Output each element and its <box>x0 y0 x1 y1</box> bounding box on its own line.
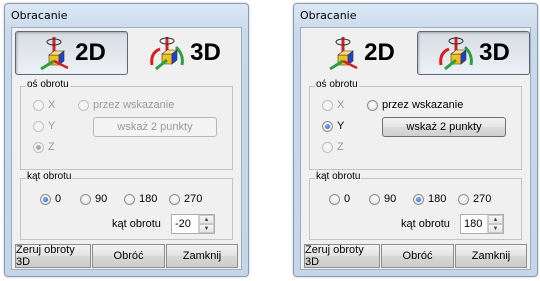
dialog-title: Obracanie <box>11 9 68 22</box>
angle-180-radio[interactable]: 180 <box>124 193 157 205</box>
angle-value: -20 <box>175 218 191 230</box>
rotate-cube-icon <box>437 35 475 71</box>
by-indication-label: przez wskazanie <box>93 99 175 111</box>
angle-270-label: 270 <box>184 193 203 205</box>
close-button[interactable]: Zamknij <box>455 244 527 268</box>
reset-3d-button[interactable]: Zeruj obroty 3D <box>304 244 380 268</box>
angle-90-radio[interactable]: 90 <box>80 193 107 205</box>
axis-y-label: Y <box>48 120 56 132</box>
radio-circle <box>80 193 91 205</box>
spin-up-button[interactable]: ▲ <box>199 215 214 224</box>
axis-x-radio[interactable]: X <box>322 99 344 111</box>
indicate-points-button[interactable]: wskaż 2 punkty <box>93 117 217 137</box>
mode-2d-label: 2D <box>75 39 106 66</box>
angle-group-label: kąt obrotu <box>315 171 362 182</box>
angle-spinbox[interactable]: 180 ▲ ▼ <box>460 214 504 234</box>
mode-3d-button[interactable]: 3D <box>128 31 241 75</box>
radio-circle <box>367 99 378 111</box>
axis-x-label: X <box>48 99 56 111</box>
angle-270-radio[interactable]: 270 <box>169 193 202 205</box>
radio-circle <box>33 120 44 132</box>
mode-3d-label: 3D <box>479 39 510 66</box>
axis-y-label: Y <box>337 120 345 132</box>
axis-cube-icon <box>326 35 360 71</box>
dialog-client: 2D 3D oś obrotu X przez wskazanie Y wska… <box>11 27 242 270</box>
radio-circle <box>329 193 340 205</box>
radio-circle-selected <box>413 193 424 205</box>
indicate-points-button[interactable]: wskaż 2 punkty <box>382 117 506 137</box>
radio-circle <box>78 99 89 111</box>
axis-group-label: oś obrotu <box>26 79 70 90</box>
by-indication-radio[interactable]: przez wskazanie <box>367 99 463 111</box>
radio-circle <box>124 193 135 205</box>
angle-value: 180 <box>464 218 483 230</box>
rotate-button[interactable]: Obróć <box>92 244 165 268</box>
rotate-button[interactable]: Obróć <box>381 244 454 268</box>
axis-group: oś obrotu X przez wskazanie Y wskaż 2 pu… <box>20 79 233 170</box>
mode-2d-button[interactable]: 2D <box>15 31 128 75</box>
axis-z-label: Z <box>337 141 344 153</box>
mode-3d-label: 3D <box>190 39 221 66</box>
axis-z-label: Z <box>48 141 55 153</box>
by-indication-radio[interactable]: przez wskazanie <box>78 99 174 111</box>
angle-180-radio[interactable]: 180 <box>413 193 446 205</box>
radio-circle-selected <box>40 193 51 205</box>
spin-up-button[interactable]: ▲ <box>488 215 503 224</box>
mode-2d-label: 2D <box>364 39 395 66</box>
axis-y-radio[interactable]: Y <box>33 120 55 132</box>
axis-z-radio[interactable]: Z <box>322 141 344 153</box>
radio-circle-selected <box>33 141 44 153</box>
mode-2d-button[interactable]: 2D <box>304 31 417 75</box>
angle-180-label: 180 <box>139 193 158 205</box>
radio-circle <box>369 193 380 205</box>
rotate-cube-icon <box>148 35 186 71</box>
spin-down-button[interactable]: ▼ <box>488 224 503 233</box>
rotation-dialog-2d: Obracanie 2D 3D oś obrotu X przez wskaza… <box>4 3 249 277</box>
angle-90-radio[interactable]: 90 <box>369 193 396 205</box>
radio-circle <box>33 99 44 111</box>
angle-group: kąt obrotu 0 90 180 270 kąt obrotu 180 ▲… <box>309 171 522 240</box>
radio-circle <box>169 193 180 205</box>
angle-180-label: 180 <box>428 193 447 205</box>
angle-90-label: 90 <box>384 193 397 205</box>
axis-group-label: oś obrotu <box>315 79 359 90</box>
spin-arrows-icon: ▲ ▼ <box>487 215 503 233</box>
rotation-dialog-3d: Obracanie 2D 3D oś obrotu X przez wskaza… <box>293 3 538 277</box>
angle-0-label: 0 <box>344 193 351 205</box>
dialog-title: Obracanie <box>300 9 357 22</box>
axis-cube-icon <box>37 35 71 71</box>
reset-3d-button[interactable]: Zeruj obroty 3D <box>15 244 91 268</box>
angle-field-label: kąt obrotu <box>401 218 450 230</box>
axis-x-radio[interactable]: X <box>33 99 55 111</box>
angle-90-label: 90 <box>95 193 108 205</box>
radio-circle-selected <box>322 120 333 132</box>
spin-down-button[interactable]: ▼ <box>199 224 214 233</box>
radio-circle <box>322 99 333 111</box>
dialog-client: 2D 3D oś obrotu X przez wskazanie Y wska… <box>300 27 531 270</box>
angle-field-label: kąt obrotu <box>112 218 161 230</box>
mode-3d-button[interactable]: 3D <box>417 31 530 75</box>
radio-circle <box>458 193 469 205</box>
angle-270-radio[interactable]: 270 <box>458 193 491 205</box>
angle-spinbox[interactable]: -20 ▲ ▼ <box>171 214 215 234</box>
axis-y-radio[interactable]: Y <box>322 120 344 132</box>
angle-group: kąt obrotu 0 90 180 270 kąt obrotu -20 ▲… <box>20 171 233 240</box>
axis-z-radio[interactable]: Z <box>33 141 55 153</box>
by-indication-label: przez wskazanie <box>382 99 464 111</box>
close-button[interactable]: Zamknij <box>166 244 238 268</box>
axis-group: oś obrotu X przez wskazanie Y wskaż 2 pu… <box>309 79 522 170</box>
radio-circle <box>322 141 333 153</box>
angle-270-label: 270 <box>473 193 492 205</box>
angle-0-radio[interactable]: 0 <box>40 193 61 205</box>
angle-group-label: kąt obrotu <box>26 171 73 182</box>
spin-arrows-icon: ▲ ▼ <box>198 215 214 233</box>
axis-x-label: X <box>337 99 345 111</box>
angle-0-radio[interactable]: 0 <box>329 193 350 205</box>
angle-0-label: 0 <box>55 193 62 205</box>
